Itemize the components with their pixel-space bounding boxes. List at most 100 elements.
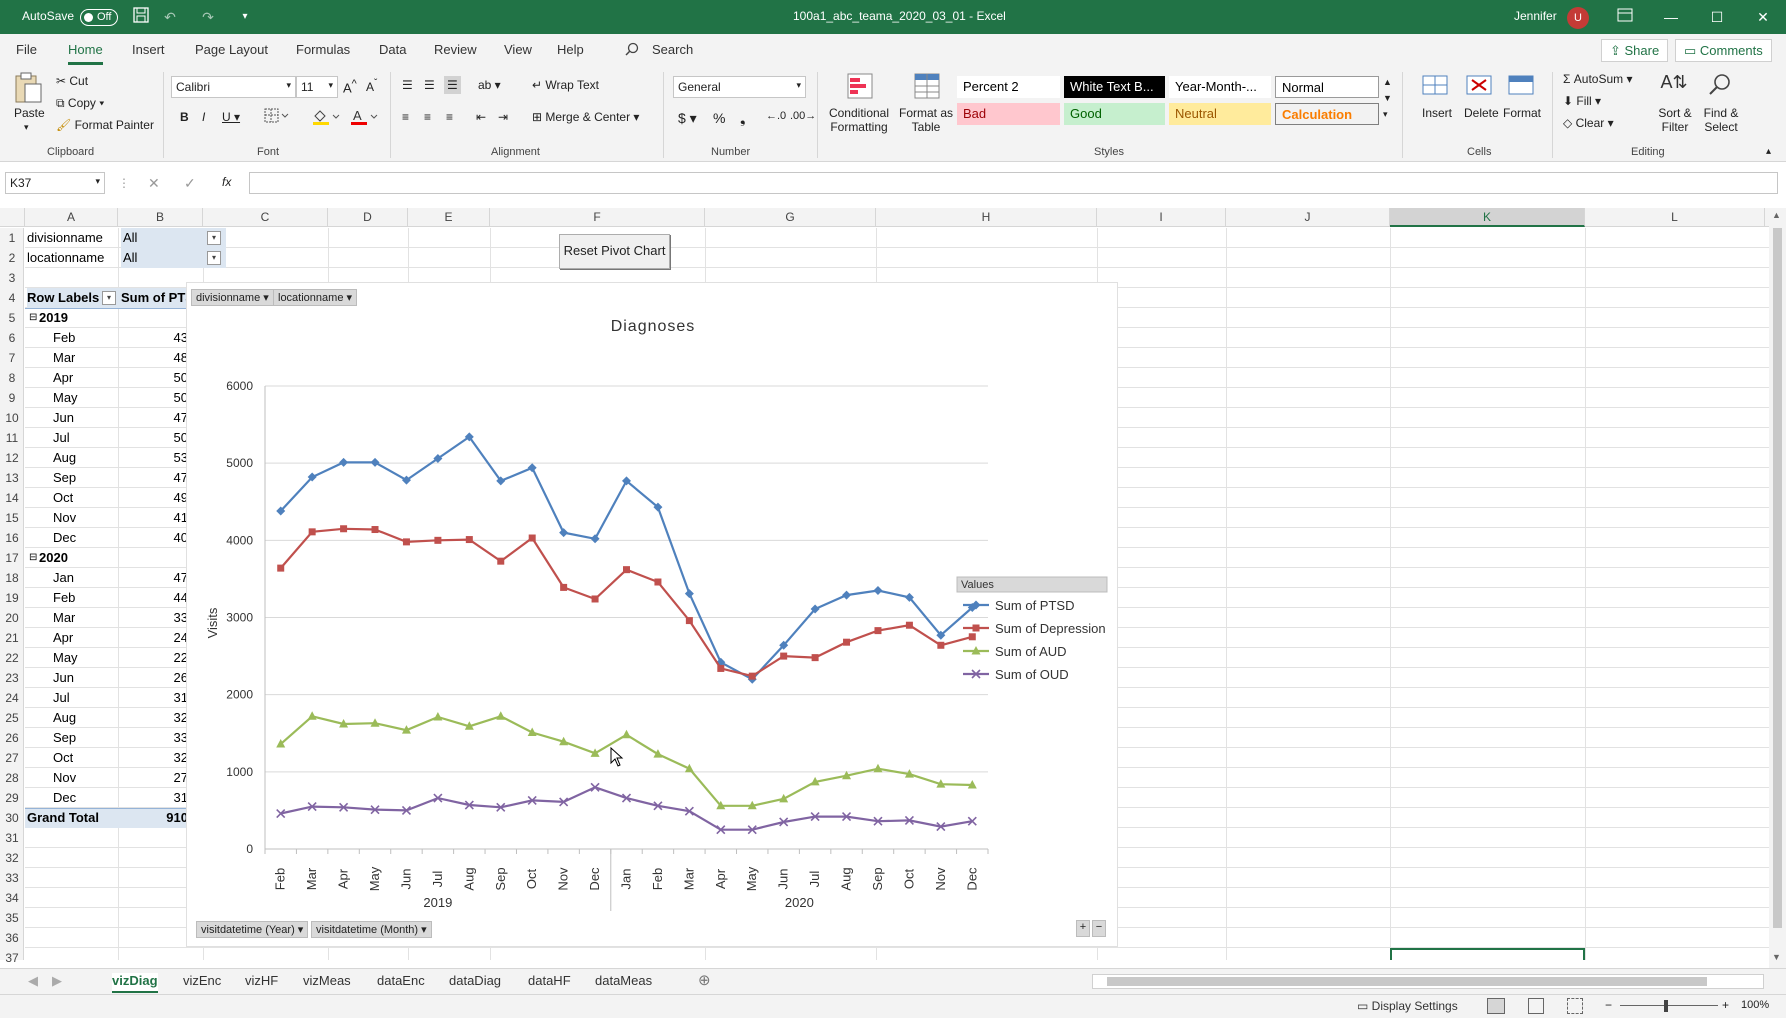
tab-help[interactable]: Help bbox=[557, 42, 584, 57]
normal-view-icon[interactable] bbox=[1487, 998, 1505, 1014]
decrease-indent-icon[interactable]: ⇤ bbox=[476, 110, 486, 124]
currency-icon[interactable]: $ ▾ bbox=[678, 110, 697, 127]
zoom-slider-thumb[interactable] bbox=[1664, 1000, 1668, 1012]
align-left-icon[interactable]: ≡ bbox=[402, 110, 409, 124]
undo-icon[interactable]: ↶ bbox=[160, 7, 180, 27]
style-bad[interactable]: Bad bbox=[957, 103, 1060, 125]
add-sheet-icon[interactable]: ⊕ bbox=[698, 971, 711, 989]
paste-icon[interactable] bbox=[12, 72, 44, 104]
align-top-icon[interactable]: ☰ bbox=[402, 78, 413, 92]
name-box[interactable]: K37 ▾ bbox=[5, 172, 105, 194]
row-header[interactable]: 21 bbox=[0, 628, 24, 648]
row-header[interactable]: 28 bbox=[0, 768, 24, 788]
sheet-tab-datadiag[interactable]: dataDiag bbox=[449, 973, 501, 988]
sort-filter-button[interactable]: Sort & Filter bbox=[1654, 106, 1696, 134]
style-percent-2[interactable]: Percent 2 bbox=[957, 76, 1060, 98]
font-name-select[interactable]: Calibri ▾ bbox=[171, 76, 296, 98]
column-header-selected[interactable]: K bbox=[1390, 208, 1585, 227]
row-header[interactable]: 29 bbox=[0, 788, 24, 808]
format-painter-button[interactable]: 🖌 Format Painter bbox=[56, 118, 154, 132]
row-header[interactable]: 16 bbox=[0, 528, 24, 548]
horizontal-scrollbar[interactable] bbox=[1092, 974, 1764, 989]
format-cells-icon[interactable] bbox=[1506, 72, 1536, 102]
zoom-level[interactable]: 100% bbox=[1741, 999, 1769, 1011]
row-header[interactable]: 8 bbox=[0, 368, 24, 388]
row-header[interactable]: 37 bbox=[0, 948, 24, 968]
orientation-icon[interactable]: ab ▾ bbox=[478, 78, 501, 92]
increase-indent-icon[interactable]: ⇥ bbox=[498, 110, 508, 124]
pivot-chart[interactable]: divisionname ▾ locationname ▾ visitdatet… bbox=[186, 282, 1118, 947]
zoom-out-icon[interactable]: − bbox=[1605, 998, 1612, 1012]
align-bottom-icon[interactable]: ☰ bbox=[444, 76, 461, 94]
style-calculation[interactable]: Calculation bbox=[1275, 103, 1379, 125]
expand-field-button[interactable]: + bbox=[1076, 920, 1090, 937]
column-header[interactable]: B bbox=[118, 208, 203, 227]
tab-formulas[interactable]: Formulas bbox=[296, 42, 350, 57]
row-header[interactable]: 35 bbox=[0, 908, 24, 928]
cancel-icon[interactable]: ✕ bbox=[148, 175, 160, 192]
style-normal[interactable]: Normal bbox=[1275, 76, 1379, 98]
enter-icon[interactable]: ✓ bbox=[184, 175, 196, 192]
cut-button[interactable]: ✂ Cut bbox=[56, 74, 88, 88]
row-header[interactable]: 7 bbox=[0, 348, 24, 368]
scroll-up-icon[interactable]: ▲ bbox=[1772, 210, 1781, 220]
row-header[interactable]: 26 bbox=[0, 728, 24, 748]
page-layout-view-icon[interactable] bbox=[1528, 998, 1544, 1014]
row-header[interactable]: 23 bbox=[0, 668, 24, 688]
filter-dropdown-icon[interactable]: ▾ bbox=[207, 231, 221, 245]
ribbon-display-icon[interactable] bbox=[1615, 7, 1635, 27]
user-name[interactable]: Jennifer bbox=[1514, 9, 1557, 23]
row-header[interactable]: 30 bbox=[0, 808, 24, 828]
row-header[interactable]: 32 bbox=[0, 848, 24, 868]
grow-font-icon[interactable]: A^ bbox=[343, 78, 357, 95]
row-header[interactable]: 18 bbox=[0, 568, 24, 588]
column-header[interactable]: L bbox=[1585, 208, 1765, 227]
collapse-ribbon-icon[interactable]: ▴ bbox=[1766, 146, 1771, 157]
fill-color-icon[interactable] bbox=[312, 108, 342, 129]
collapse-icon[interactable]: ⊟ bbox=[29, 308, 37, 328]
save-icon[interactable] bbox=[131, 7, 151, 27]
tab-data[interactable]: Data bbox=[379, 42, 406, 57]
column-header[interactable]: D bbox=[328, 208, 408, 227]
row-header[interactable]: 10 bbox=[0, 408, 24, 428]
zoom-slider[interactable] bbox=[1620, 1005, 1718, 1006]
sheet-tab-vizhf[interactable]: vizHF bbox=[245, 973, 278, 988]
share-button[interactable]: ⇪ Share bbox=[1601, 39, 1669, 62]
row-labels-filter-icon[interactable]: ▾ bbox=[102, 291, 116, 305]
row-header[interactable]: 22 bbox=[0, 648, 24, 668]
sort-filter-icon[interactable]: A⇅ bbox=[1659, 72, 1689, 102]
collapse-icon[interactable]: ⊟ bbox=[29, 548, 37, 568]
vertical-scrollbar[interactable]: ▲ ▼ bbox=[1769, 208, 1786, 968]
column-header[interactable]: C bbox=[203, 208, 328, 227]
fill-button[interactable]: ⬇ Fill ▾ bbox=[1563, 94, 1601, 108]
italic-icon[interactable]: I bbox=[202, 110, 205, 124]
row-header[interactable]: 33 bbox=[0, 868, 24, 888]
sheet-tab-vizenc[interactable]: vizEnc bbox=[183, 973, 221, 988]
row-header[interactable]: 36 bbox=[0, 928, 24, 948]
row-header[interactable]: 13 bbox=[0, 468, 24, 488]
sheet-tab-vizdiag[interactable]: vizDiag bbox=[112, 973, 158, 993]
row-header[interactable]: 14 bbox=[0, 488, 24, 508]
comma-icon[interactable]: ❟ bbox=[740, 110, 746, 127]
column-header[interactable]: J bbox=[1226, 208, 1390, 227]
reset-pivot-chart-button[interactable]: Reset Pivot Chart bbox=[559, 234, 670, 269]
row-header[interactable]: 12 bbox=[0, 448, 24, 468]
delete-cells-button[interactable]: Delete bbox=[1464, 106, 1499, 120]
style-white-text[interactable]: White Text B... bbox=[1064, 76, 1165, 98]
clear-button[interactable]: ◇ Clear ▾ bbox=[1563, 116, 1614, 130]
filter-dropdown-icon[interactable]: ▾ bbox=[207, 251, 221, 265]
style-good[interactable]: Good bbox=[1064, 103, 1165, 125]
increase-decimal-icon[interactable]: ←.0 bbox=[766, 110, 786, 122]
row-header[interactable]: 20 bbox=[0, 608, 24, 628]
column-header[interactable]: F bbox=[490, 208, 705, 227]
row-header[interactable]: 9 bbox=[0, 388, 24, 408]
merge-center-button[interactable]: ⊞ Merge & Center ▾ bbox=[532, 110, 639, 124]
prev-sheet-icon[interactable]: ◀ bbox=[28, 973, 38, 989]
redo-icon[interactable]: ↷ bbox=[198, 7, 218, 27]
search-icon[interactable] bbox=[625, 42, 639, 59]
align-center-icon[interactable]: ≡ bbox=[424, 110, 431, 124]
column-header[interactable]: E bbox=[408, 208, 490, 227]
column-header[interactable]: A bbox=[25, 208, 118, 227]
chart-field-month[interactable]: visitdatetime (Month) ▾ bbox=[311, 921, 432, 938]
tab-page-layout[interactable]: Page Layout bbox=[195, 42, 268, 57]
